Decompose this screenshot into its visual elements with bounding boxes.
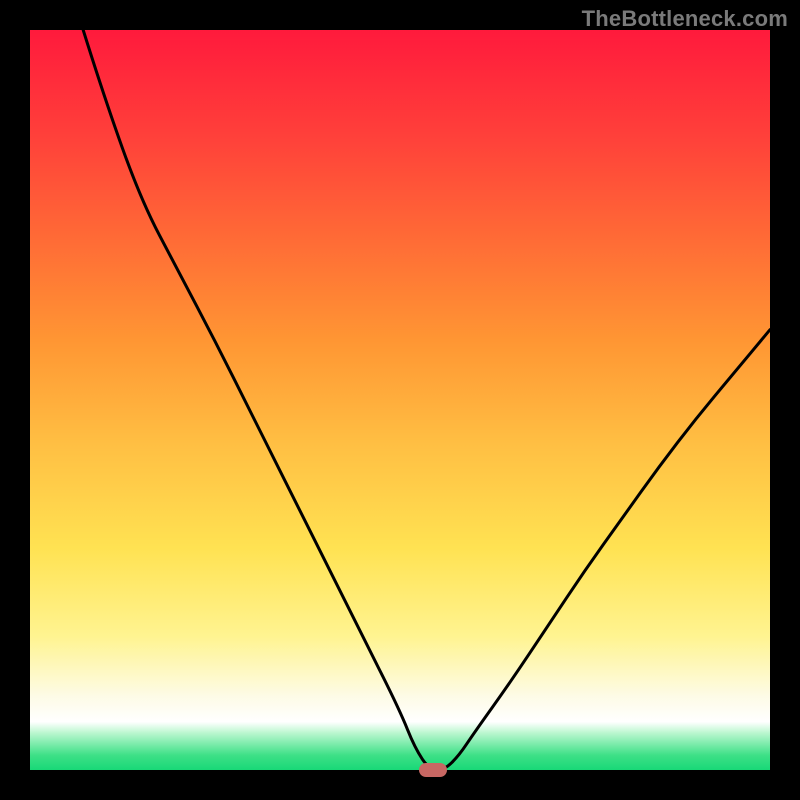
watermark-text: TheBottleneck.com	[582, 6, 788, 32]
optimum-marker	[419, 763, 447, 777]
chart-frame: TheBottleneck.com	[0, 0, 800, 800]
plot-area	[30, 30, 770, 770]
bottleneck-curve	[30, 30, 770, 770]
